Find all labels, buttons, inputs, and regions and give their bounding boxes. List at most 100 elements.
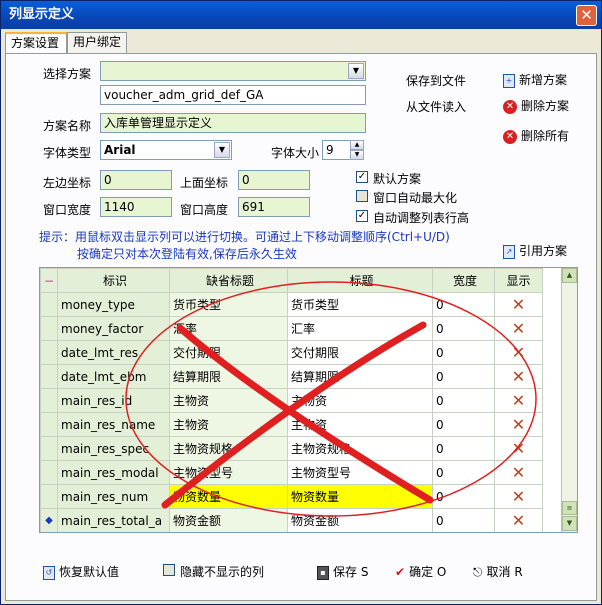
close-button[interactable]: ✕: [576, 5, 597, 26]
cell-show[interactable]: ✕: [494, 460, 543, 485]
cell-width[interactable]: 0: [432, 388, 495, 413]
cell-show[interactable]: ✕: [494, 340, 543, 365]
cell-default-title[interactable]: 主物资型号: [169, 460, 288, 485]
vertical-scrollbar[interactable]: ▲ ≡ ▼: [561, 268, 577, 532]
save-to-file-link[interactable]: 保存到文件: [406, 72, 466, 89]
scheme-name-field[interactable]: 入库单管理显示定义: [100, 113, 366, 133]
scroll-up-button[interactable]: ▲: [562, 268, 577, 283]
table-row[interactable]: date_lmt_res 交付期限 交付期限 0 ✕: [40, 340, 543, 365]
table-row[interactable]: main_res_num 物资数量 物资数量 0 ✕: [40, 484, 543, 509]
header-default-title[interactable]: 缺省标题: [169, 268, 288, 293]
cell-show[interactable]: ✕: [494, 388, 543, 413]
row-marker[interactable]: [40, 460, 58, 485]
cell-id[interactable]: main_res_modal: [57, 460, 170, 485]
window-height-field[interactable]: 691: [238, 197, 310, 217]
cell-show[interactable]: ✕: [494, 292, 543, 317]
row-marker[interactable]: [40, 388, 58, 413]
hidden-x-icon[interactable]: ✕: [512, 511, 525, 530]
cell-id[interactable]: money_factor: [57, 316, 170, 341]
hidden-x-icon[interactable]: ✕: [512, 439, 525, 458]
cell-default-title[interactable]: 物资金额: [169, 508, 288, 532]
table-row[interactable]: main_res_id 主物资 主物资 0 ✕: [40, 388, 543, 413]
hidden-x-icon[interactable]: ✕: [512, 295, 525, 314]
cell-show[interactable]: ✕: [494, 412, 543, 437]
top-coord-field[interactable]: 0: [238, 170, 310, 190]
cell-default-title[interactable]: 物资数量: [169, 484, 288, 509]
column-grid[interactable]: − 标识 缺省标题 标题 宽度 显示 money_type 货币类型 货币类型 0 ✕ m…: [39, 267, 578, 533]
row-marker[interactable]: [40, 364, 58, 389]
ok-button[interactable]: ✔ 确定 O: [395, 563, 446, 580]
cell-width[interactable]: 0: [432, 484, 495, 509]
row-marker[interactable]: ◆: [40, 508, 58, 532]
cell-default-title[interactable]: 交付期限: [169, 340, 288, 365]
cell-show[interactable]: ✕: [494, 316, 543, 341]
cell-title[interactable]: 主物资: [287, 412, 433, 437]
scheme-dropdown-button[interactable]: ▼: [348, 63, 364, 79]
window-width-field[interactable]: 1140: [100, 197, 172, 217]
cell-title[interactable]: 货币类型: [287, 292, 433, 317]
cell-default-title[interactable]: 货币类型: [169, 292, 288, 317]
scheme-select[interactable]: [100, 61, 366, 81]
table-row[interactable]: money_type 货币类型 货币类型 0 ✕: [40, 292, 543, 317]
hidden-x-icon[interactable]: ✕: [512, 367, 525, 386]
delete-all-button[interactable]: ✕ 删除所有: [503, 127, 569, 144]
font-size-field[interactable]: 9: [322, 140, 352, 160]
row-marker[interactable]: [40, 484, 58, 509]
cell-title[interactable]: 结算期限: [287, 364, 433, 389]
collapse-marker[interactable]: −: [40, 268, 58, 293]
table-row[interactable]: main_res_name 主物资 主物资 0 ✕: [40, 412, 543, 437]
left-coord-field[interactable]: 0: [100, 170, 172, 190]
cell-id[interactable]: main_res_num: [57, 484, 170, 509]
hidden-x-icon[interactable]: ✕: [512, 463, 525, 482]
cell-show[interactable]: ✕: [494, 484, 543, 509]
cell-id[interactable]: main_res_name: [57, 412, 170, 437]
hide-hidden-checkbox[interactable]: [163, 564, 175, 576]
cell-id[interactable]: main_res_spec: [57, 436, 170, 461]
cell-show[interactable]: ✕: [494, 364, 543, 389]
cell-show[interactable]: ✕: [494, 508, 543, 532]
cell-id[interactable]: date_lmt_res: [57, 340, 170, 365]
cell-width[interactable]: 0: [432, 460, 495, 485]
cancel-button[interactable]: ⎋ 取消 R: [473, 563, 523, 580]
header-id[interactable]: 标识: [57, 268, 170, 293]
cell-title[interactable]: 主物资规格: [287, 436, 433, 461]
row-marker[interactable]: [40, 292, 58, 317]
font-size-down-button[interactable]: ▼: [350, 150, 364, 160]
row-marker[interactable]: [40, 340, 58, 365]
cell-width[interactable]: 0: [432, 436, 495, 461]
hidden-x-icon[interactable]: ✕: [512, 487, 525, 506]
reference-scheme-button[interactable]: ↗ 引用方案: [503, 242, 567, 259]
table-row[interactable]: main_res_spec 主物资规格 主物资规格 0 ✕: [40, 436, 543, 461]
header-width[interactable]: 宽度: [432, 268, 495, 293]
scroll-thumb[interactable]: ≡: [562, 501, 577, 515]
hidden-x-icon[interactable]: ✕: [512, 343, 525, 362]
font-size-up-button[interactable]: ▲: [350, 140, 364, 150]
cell-default-title[interactable]: 主物资规格: [169, 436, 288, 461]
scroll-down-button[interactable]: ▼: [562, 516, 577, 531]
auto-maximize-checkbox[interactable]: [356, 190, 368, 202]
cell-id[interactable]: date_lmt_ebm: [57, 364, 170, 389]
tab-user-binding[interactable]: 用户绑定: [67, 32, 127, 53]
cell-width[interactable]: 0: [432, 508, 495, 532]
cell-default-title[interactable]: 结算期限: [169, 364, 288, 389]
cell-width[interactable]: 0: [432, 340, 495, 365]
save-button[interactable]: ▪ 保存 S: [317, 563, 368, 580]
hidden-x-icon[interactable]: ✕: [512, 319, 525, 338]
cell-title[interactable]: 主物资型号: [287, 460, 433, 485]
cell-default-title[interactable]: 汇率: [169, 316, 288, 341]
cell-title[interactable]: 汇率: [287, 316, 433, 341]
cell-default-title[interactable]: 主物资: [169, 412, 288, 437]
font-type-select[interactable]: Arial: [100, 140, 232, 160]
cell-title[interactable]: 交付期限: [287, 340, 433, 365]
row-marker[interactable]: [40, 412, 58, 437]
cell-width[interactable]: 0: [432, 292, 495, 317]
tab-scheme-settings[interactable]: 方案设置: [5, 32, 67, 54]
font-type-dropdown-button[interactable]: ▼: [214, 142, 230, 158]
cell-default-title[interactable]: 主物资: [169, 388, 288, 413]
header-title[interactable]: 标题: [287, 268, 433, 293]
auto-row-height-checkbox[interactable]: ✓: [356, 210, 368, 222]
cell-width[interactable]: 0: [432, 364, 495, 389]
table-row[interactable]: main_res_modal 主物资型号 主物资型号 0 ✕: [40, 460, 543, 485]
default-scheme-checkbox[interactable]: ✓: [356, 171, 368, 183]
read-from-file-link[interactable]: 从文件读入: [406, 98, 466, 115]
